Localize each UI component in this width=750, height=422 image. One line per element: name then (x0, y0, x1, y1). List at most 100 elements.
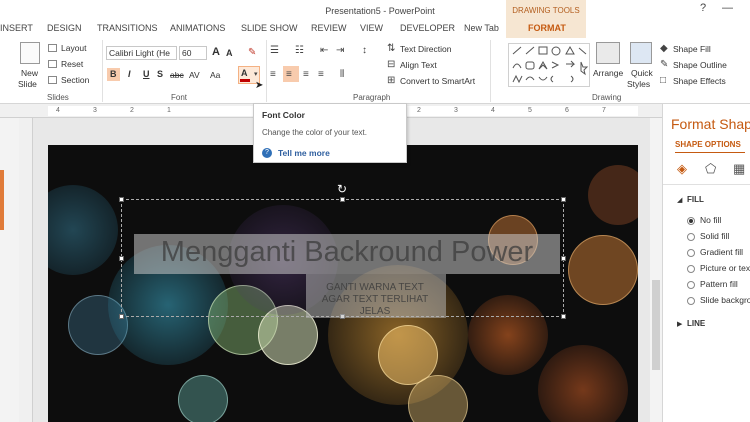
radio-solid-fill[interactable] (687, 233, 695, 241)
decrease-indent-icon[interactable]: ⇤ (320, 45, 328, 56)
new-slide-label[interactable]: New (21, 68, 38, 78)
help-icon: ? (262, 148, 272, 158)
resize-handle[interactable] (119, 256, 124, 261)
effects-pentagon-icon[interactable]: ⬠ (705, 161, 716, 177)
option-solid-fill[interactable]: Solid fill (700, 231, 729, 241)
align-left-icon[interactable]: ≡ (270, 69, 276, 80)
fill-collapse-icon[interactable]: ◢ (677, 196, 682, 204)
tab-slide-show[interactable]: SLIDE SHOW (241, 23, 298, 33)
rotate-handle-icon[interactable]: ↻ (337, 182, 347, 196)
italic-button[interactable]: I (128, 69, 131, 79)
resize-handle[interactable] (340, 197, 345, 202)
increase-indent-icon[interactable]: ⇥ (336, 45, 344, 56)
slides-group-label: Slides (47, 93, 69, 102)
clear-format-icon[interactable]: ✎ (248, 47, 256, 58)
resize-handle[interactable] (119, 314, 124, 319)
tab-transitions[interactable]: TRANSITIONS (97, 23, 158, 33)
resize-handle[interactable] (561, 256, 566, 261)
grow-font-icon[interactable]: A (212, 46, 220, 58)
cursor-icon: ➤ (255, 80, 264, 91)
arrange-button[interactable]: Arrange (593, 68, 623, 78)
scrollbar-thumb[interactable] (652, 280, 660, 370)
tab-view[interactable]: VIEW (360, 23, 383, 33)
pane-title: Format Shap (671, 116, 750, 132)
radio-no-fill[interactable] (687, 217, 695, 225)
fill-line-icon[interactable]: ◈ (677, 161, 687, 177)
strikethrough-button[interactable]: abc (170, 70, 184, 80)
tab-insert[interactable]: INSERT (0, 23, 33, 33)
align-text-button[interactable]: Align Text (400, 60, 437, 70)
tab-design[interactable]: DESIGN (47, 23, 82, 33)
justify-icon[interactable]: ≡ (318, 69, 324, 80)
shrink-font-icon[interactable]: A (226, 48, 233, 58)
font-family-select[interactable]: Calibri Light (He (106, 46, 177, 60)
align-center-icon[interactable]: ≡ (286, 69, 292, 80)
tooltip-description: Change the color of your text. (262, 128, 367, 137)
text-direction-button[interactable]: Text Direction (400, 44, 452, 54)
tell-me-more-link[interactable]: Tell me more (278, 148, 330, 158)
new-slide-label-2[interactable]: Slide (18, 79, 37, 89)
radio-gradient-fill[interactable] (687, 249, 695, 257)
pane-divider (663, 184, 750, 185)
line-expand-icon[interactable]: ▶ (677, 320, 682, 328)
columns-icon[interactable]: ⫴ (340, 69, 344, 80)
radio-pattern-fill[interactable] (687, 281, 695, 289)
fill-section-header[interactable]: FILL (687, 195, 704, 204)
layout-button[interactable]: Layout (61, 43, 87, 53)
tab-new-tab[interactable]: New Tab (464, 23, 499, 33)
ruler-tick: 6 (565, 107, 569, 114)
vertical-scrollbar[interactable] (650, 118, 662, 422)
ruler-tick: 4 (491, 107, 495, 114)
align-right-icon[interactable]: ≡ (303, 69, 309, 80)
convert-smartart-button[interactable]: Convert to SmartArt (400, 76, 475, 86)
shapes-gallery[interactable] (508, 43, 590, 87)
reset-button[interactable]: Reset (61, 59, 83, 69)
underline-button[interactable]: U (143, 69, 150, 79)
shape-fill-button[interactable]: Shape Fill (673, 44, 711, 54)
bold-button[interactable]: B (110, 69, 117, 79)
resize-handle[interactable] (561, 314, 566, 319)
option-no-fill[interactable]: No fill (700, 215, 721, 225)
minimize-button[interactable]: — (722, 2, 733, 14)
line-spacing-icon[interactable]: ↕ (362, 45, 367, 56)
quick-styles-button[interactable]: Quick (631, 68, 653, 78)
quick-styles-button-2[interactable]: Styles (627, 79, 650, 89)
section-button[interactable]: Section (61, 75, 89, 85)
shape-outline-button[interactable]: Shape Outline (673, 60, 727, 70)
option-picture-fill[interactable]: Picture or tex (700, 263, 750, 273)
new-slide-icon[interactable] (20, 42, 40, 64)
tab-developer[interactable]: DEVELOPER (400, 23, 455, 33)
arrange-icon (596, 42, 620, 64)
thumbnail-pane-edge (0, 118, 19, 422)
resize-handle[interactable] (561, 197, 566, 202)
align-text-icon: ⊟ (387, 59, 396, 70)
option-slide-background[interactable]: Slide backgro (700, 295, 750, 305)
shadow-button[interactable]: S (157, 69, 163, 79)
char-spacing-button[interactable]: AV (189, 70, 200, 80)
body-line-2: AGAR TEXT TERLIHAT (321, 294, 429, 305)
option-pattern-fill[interactable]: Pattern fill (700, 279, 738, 289)
section-icon (48, 76, 57, 84)
change-case-button[interactable]: Aa (210, 70, 220, 80)
bokeh-circle (408, 375, 468, 422)
tab-animations[interactable]: ANIMATIONS (170, 23, 225, 33)
font-size-select[interactable]: 60 (179, 46, 207, 60)
smartart-icon: ⊞ (387, 75, 396, 86)
tab-format[interactable]: FORMAT (528, 23, 566, 33)
radio-slide-background[interactable] (687, 297, 695, 305)
resize-handle[interactable] (119, 197, 124, 202)
chevron-down-icon[interactable]: ▾ (254, 70, 258, 78)
line-section-header[interactable]: LINE (687, 319, 705, 328)
help-button[interactable]: ? (700, 2, 706, 14)
tab-review[interactable]: REVIEW (311, 23, 347, 33)
ruler-tick: 5 (528, 107, 532, 114)
radio-picture-fill[interactable] (687, 265, 695, 273)
option-gradient-fill[interactable]: Gradient fill (700, 247, 743, 257)
bullets-icon[interactable]: ☰ (270, 45, 279, 56)
numbering-icon[interactable]: ☷ (295, 45, 304, 56)
size-properties-icon[interactable]: ▦ (733, 161, 745, 177)
font-color-tooltip: Font Color Change the color of your text… (253, 103, 407, 163)
slide-title[interactable]: Mengganti Backround Power (134, 236, 560, 269)
shape-effects-button[interactable]: Shape Effects (673, 76, 726, 86)
shape-options-tab[interactable]: SHAPE OPTIONS (675, 140, 741, 149)
